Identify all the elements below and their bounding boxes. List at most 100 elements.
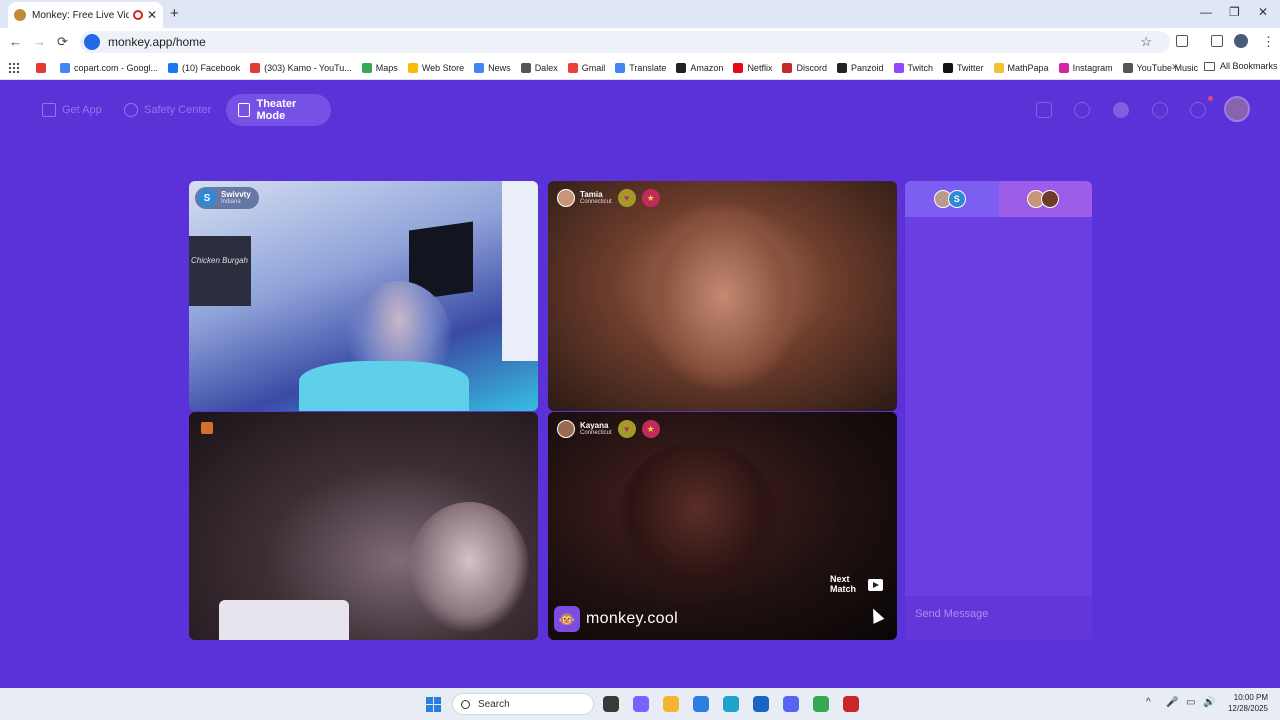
expand-icon (238, 103, 251, 117)
back-button[interactable]: ← (9, 34, 22, 49)
camera-icon[interactable] (201, 422, 213, 434)
bookmark-favicon-icon (168, 62, 179, 73)
safety-center-button[interactable]: Safety Center (112, 94, 223, 126)
user-name: Kayana (580, 421, 609, 430)
bookmark-item[interactable] (36, 62, 50, 73)
browser-tab[interactable]: Monkey: Free Live Video Ch ✕ (8, 2, 163, 28)
bookmark-item[interactable]: Netflix (733, 62, 772, 73)
volume-icon[interactable]: 🔊 (1203, 697, 1215, 708)
gift-icon[interactable]: ★ (641, 189, 660, 207)
taskbar-search[interactable]: Search (452, 693, 594, 715)
bookmark-item[interactable]: Maps (361, 62, 398, 73)
apps-grid-icon[interactable] (8, 61, 20, 74)
chat-icon[interactable] (1190, 102, 1206, 118)
bookmark-label: Amazon (690, 62, 724, 73)
chat-initial-avatar: S (947, 190, 966, 208)
bookmark-item[interactable]: copart.com - Googl... (60, 62, 159, 73)
bookmark-favicon-icon (407, 62, 418, 73)
history-icon[interactable] (1152, 102, 1168, 118)
site-info-icon[interactable] (84, 34, 100, 50)
app-icon[interactable] (843, 696, 859, 712)
bookmark-item[interactable]: Twitter (943, 62, 984, 73)
search-icon[interactable] (1074, 102, 1090, 118)
bookmark-star-icon[interactable]: ☆ (1140, 34, 1152, 50)
new-tab-button[interactable]: + (170, 5, 179, 22)
tab-close-icon[interactable]: ✕ (147, 8, 157, 22)
bookmark-item[interactable]: YouTube Music (1122, 62, 1198, 73)
heart-icon[interactable]: ♥ (617, 420, 636, 438)
bookmark-item[interactable]: Panzoid (836, 62, 884, 73)
bookmark-item[interactable]: Gmail (567, 62, 605, 73)
send-message-input[interactable] (913, 607, 1084, 621)
folder-icon (1204, 61, 1215, 71)
bookmark-favicon-icon (993, 62, 1004, 73)
next-match-button[interactable]: Next Match (830, 574, 856, 594)
tray-overflow-icon[interactable]: ^ (1146, 697, 1151, 708)
video-person-shirt (299, 361, 469, 411)
bookmark-label: MathPapa (1007, 62, 1049, 73)
bookmark-favicon-icon (60, 62, 70, 73)
taskbar-clock[interactable]: 10:00 PM 12/28/2025 (1224, 692, 1268, 714)
network-icon[interactable]: ▭ (1186, 697, 1195, 708)
store-icon[interactable] (1036, 102, 1052, 118)
heart-icon[interactable]: ♥ (617, 189, 636, 207)
play-next-icon[interactable] (868, 579, 883, 591)
close-window-button[interactable]: ✕ (1258, 5, 1268, 19)
bookmarks-overflow-button[interactable]: » (1172, 61, 1178, 73)
user-location: Indiana (221, 199, 241, 205)
bookmark-item[interactable]: Web Store (407, 62, 464, 73)
file-explorer-icon[interactable] (663, 696, 679, 712)
bookmark-favicon-icon (1122, 62, 1133, 73)
windows-start-icon[interactable] (426, 697, 441, 712)
bookmark-item[interactable]: Dalex (520, 62, 558, 73)
bookmark-item[interactable]: (10) Facebook (168, 62, 240, 73)
clock-date: 12/28/2025 (1227, 704, 1268, 713)
bookmark-item[interactable]: Amazon (676, 62, 724, 73)
cast-icon[interactable] (1176, 35, 1188, 47)
bookmark-item[interactable]: Translate (615, 62, 666, 73)
reload-button[interactable]: ⟳ (57, 34, 68, 50)
media-control-icon[interactable] (1211, 35, 1223, 47)
bookmark-label: copart.com - Googl... (74, 62, 159, 73)
outlook-icon[interactable] (753, 696, 769, 712)
user-avatar[interactable] (1224, 96, 1250, 122)
forward-button[interactable]: → (33, 34, 46, 49)
microphone-icon[interactable]: 🎤 (1166, 697, 1178, 708)
user-chip-tamia[interactable]: Tamia Connecticut ♥ ★ (554, 187, 668, 209)
chat-avatar (1041, 190, 1060, 208)
theater-mode-label: Theater Mode (256, 98, 297, 122)
browser-profile-icon[interactable] (1234, 34, 1248, 48)
bookmark-item[interactable]: Instagram (1058, 62, 1113, 73)
chat-input-area (905, 596, 1092, 640)
user-chip-swivvty[interactable]: S Swivvty Indiana (195, 187, 259, 209)
user-initial-avatar: S (198, 189, 216, 207)
bookmarks-bar: copart.com - Googl... (10) Facebook (303) … (0, 56, 1280, 80)
discord-icon[interactable] (783, 696, 799, 712)
store-icon[interactable] (693, 696, 709, 712)
theater-mode-button[interactable]: Theater Mode (226, 94, 331, 126)
tab-title: Monkey: Free Live Video Ch (32, 9, 129, 21)
bookmark-item[interactable]: MathPapa (993, 62, 1049, 73)
gift-icon[interactable]: ★ (641, 420, 660, 438)
get-app-button[interactable]: Get App (30, 94, 114, 126)
bookmark-item[interactable]: (303) Kamo - YouTu... (250, 62, 352, 73)
bookmark-item[interactable]: Discord (782, 62, 827, 73)
restore-button[interactable]: ❐ (1229, 5, 1240, 19)
chat-tab-swivvty[interactable]: S (905, 181, 999, 217)
minimize-button[interactable]: — (1200, 5, 1212, 19)
address-bar[interactable]: monkey.app/home ☆ (80, 31, 1170, 53)
copilot-icon[interactable] (633, 696, 649, 712)
bookmark-item[interactable]: Twitch (893, 62, 933, 73)
chrome-icon[interactable] (813, 696, 829, 712)
browser-menu-icon[interactable]: ⋮ (1262, 34, 1275, 50)
bookmark-label: (303) Kamo - YouTu... (264, 62, 352, 73)
taskview-icon[interactable] (603, 696, 619, 712)
bookmark-item[interactable]: News (474, 62, 511, 73)
chat-tab-group[interactable] (998, 181, 1092, 217)
friends-icon[interactable] (1113, 102, 1129, 118)
user-chip-kayana[interactable]: Kayana Connecticut ♥ ★ (554, 418, 668, 440)
bookmark-label: Twitter (957, 62, 984, 73)
user-name: Swivvty (221, 190, 251, 199)
edge-icon[interactable] (723, 696, 739, 712)
all-bookmarks-button[interactable]: All Bookmarks (1204, 61, 1278, 71)
